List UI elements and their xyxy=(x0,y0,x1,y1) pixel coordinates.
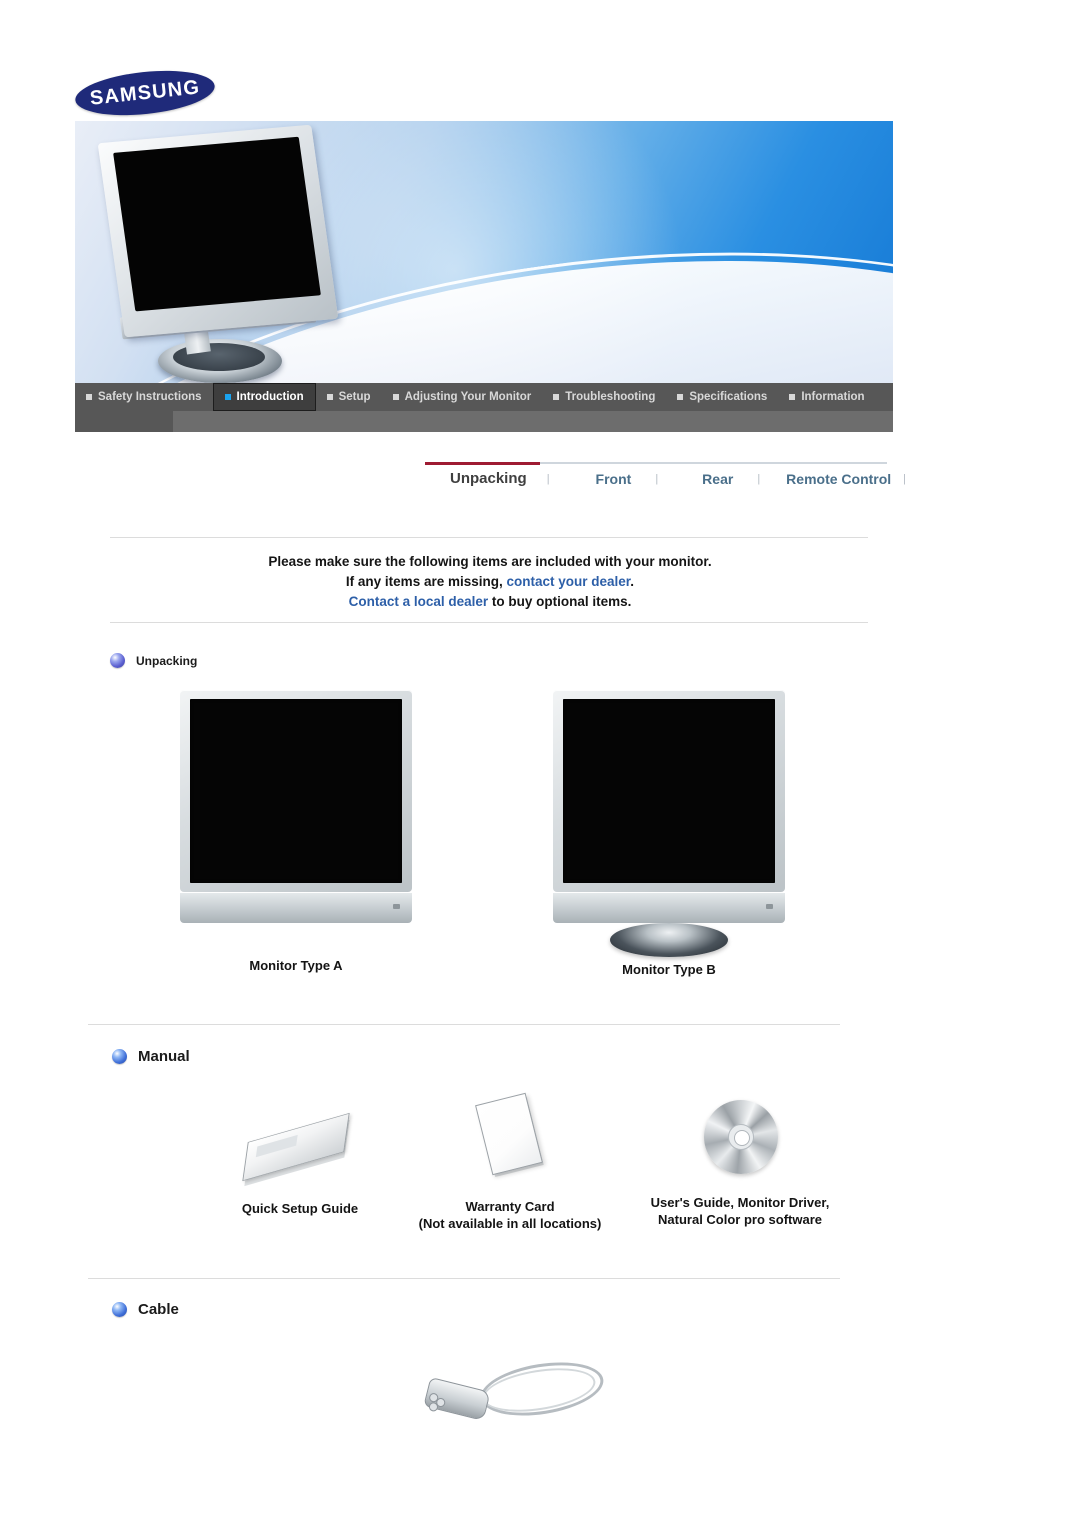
monitor-chin xyxy=(180,893,412,923)
power-cable-image xyxy=(420,1348,610,1434)
subnav-item-rear[interactable]: Rear xyxy=(658,471,755,487)
hero-monitor-image xyxy=(97,124,356,383)
monitor-screen xyxy=(190,699,402,883)
nav-item-setup[interactable]: Setup xyxy=(316,383,382,411)
monitor-frame xyxy=(553,690,785,892)
nav-item-label: Adjusting Your Monitor xyxy=(404,391,532,403)
figure-users-guide-cd: User's Guide, Monitor Driver, Natural Co… xyxy=(651,1092,849,1228)
monitor-type-a-image xyxy=(180,690,412,923)
hero-monitor-body xyxy=(97,124,339,338)
nav-item-adjusting-your-monitor[interactable]: Adjusting Your Monitor xyxy=(382,383,543,411)
divider-above-intro xyxy=(110,537,868,538)
bullet-square-icon xyxy=(392,394,399,400)
subnav-item-unpacking[interactable]: Unpacking xyxy=(425,470,545,487)
figure-caption-line-1: User's Guide, Monitor Driver, xyxy=(650,1195,830,1210)
figure-caption-line-1: Warranty Card xyxy=(465,1199,555,1214)
subnav-active-underline xyxy=(425,462,540,465)
sphere-bullet-icon xyxy=(110,653,125,668)
subnav-item-front[interactable]: Front xyxy=(550,471,654,487)
figure-caption-line-2: Natural Color pro software xyxy=(658,1212,822,1227)
booklet-image xyxy=(225,1092,375,1187)
contact-your-dealer-link[interactable]: contact your dealer xyxy=(507,574,631,589)
nav-item-label: Introduction xyxy=(236,391,304,403)
hero-banner xyxy=(75,121,893,383)
section-label: Unpacking xyxy=(136,653,198,668)
intro-line-3: Contact a local dealer to buy optional i… xyxy=(110,592,870,612)
section-heading-manual: Manual xyxy=(112,1048,190,1065)
hero-monitor-screen xyxy=(113,136,321,312)
bullet-square-icon xyxy=(326,394,333,400)
sphere-bullet-icon xyxy=(112,1049,127,1064)
nav-item-label: Specifications xyxy=(689,391,768,403)
card-face xyxy=(475,1092,543,1176)
bullet-square-icon xyxy=(553,394,560,400)
nav-item-safety-instructions[interactable]: Safety Instructions xyxy=(75,383,213,411)
figure-monitor-type-a: Monitor Type A xyxy=(180,690,412,974)
section-label: Manual xyxy=(138,1048,190,1065)
cd-center-hole xyxy=(734,1130,750,1146)
intro-line-3-text: to buy optional items. xyxy=(488,594,632,609)
figure-power-cable xyxy=(420,1348,610,1434)
bullet-square-icon xyxy=(677,394,684,400)
divider-above-cable xyxy=(88,1278,840,1279)
contact-local-dealer-link[interactable]: Contact a local dealer xyxy=(349,594,489,609)
nav-item-information[interactable]: Information xyxy=(778,383,875,411)
figure-caption: Warranty Card (Not available in all loca… xyxy=(403,1198,617,1232)
figure-monitor-type-b: Monitor Type B xyxy=(553,690,785,978)
subnav-items: Unpacking | Front | Rear | Remote Contro… xyxy=(425,470,906,487)
nav-item-introduction[interactable]: Introduction xyxy=(212,383,316,411)
nav-item-specifications[interactable]: Specifications xyxy=(666,383,778,411)
nav-item-label: Safety Instructions xyxy=(98,391,202,403)
bullet-square-icon xyxy=(789,394,796,400)
nav-item-troubleshooting[interactable]: Troubleshooting xyxy=(542,383,666,411)
logo-wordmark: SAMSUNG xyxy=(88,75,202,110)
figure-warranty-card: Warranty Card (Not available in all loca… xyxy=(419,1088,617,1232)
figure-caption: Quick Setup Guide xyxy=(241,1201,359,1216)
cd-disc-image xyxy=(690,1092,790,1182)
booklet-cover-mark xyxy=(255,1134,298,1158)
sub-navigation: Unpacking | Front | Rear | Remote Contro… xyxy=(425,462,906,496)
figure-caption-line-2: (Not available in all locations) xyxy=(418,1216,602,1231)
bullet-square-icon xyxy=(224,394,231,400)
section-heading-unpacking: Unpacking xyxy=(110,653,197,668)
section-heading-cable: Cable xyxy=(112,1301,179,1318)
subnav-item-remote-control[interactable]: Remote Control xyxy=(760,471,901,487)
subnav-separator: | xyxy=(903,472,907,485)
monitor-chin xyxy=(553,893,785,923)
monitor-stand-base xyxy=(610,923,728,957)
main-navigation: Safety Instructions Introduction Setup A… xyxy=(75,383,893,411)
intro-line-2: If any items are missing, contact your d… xyxy=(110,572,870,592)
nav-underbar-light xyxy=(173,411,893,432)
figure-quick-setup-guide: Quick Setup Guide xyxy=(225,1092,375,1217)
sphere-bullet-icon xyxy=(112,1302,127,1317)
nav-item-label: Setup xyxy=(338,391,371,403)
divider-below-intro xyxy=(110,622,868,623)
section-label: Cable xyxy=(138,1301,179,1318)
intro-line-1: Please make sure the following items are… xyxy=(268,554,712,569)
divider-above-manual xyxy=(88,1024,840,1025)
card-image xyxy=(455,1088,565,1184)
figure-caption: User's Guide, Monitor Driver, Natural Co… xyxy=(631,1194,849,1228)
figure-caption: Monitor Type B xyxy=(622,962,716,977)
intro-line-2-period: . xyxy=(630,574,635,589)
intro-text-block: Please make sure the following items are… xyxy=(110,552,870,612)
samsung-logo: SAMSUNG xyxy=(73,64,217,122)
nav-item-label: Information xyxy=(801,391,865,403)
monitor-frame xyxy=(180,690,412,892)
monitor-screen xyxy=(563,699,775,883)
bullet-square-icon xyxy=(86,394,92,400)
figure-caption: Monitor Type A xyxy=(249,958,343,973)
monitor-type-b-image xyxy=(553,690,785,957)
nav-item-label: Troubleshooting xyxy=(565,391,656,403)
intro-line-2-text: If any items are missing, xyxy=(345,574,507,589)
